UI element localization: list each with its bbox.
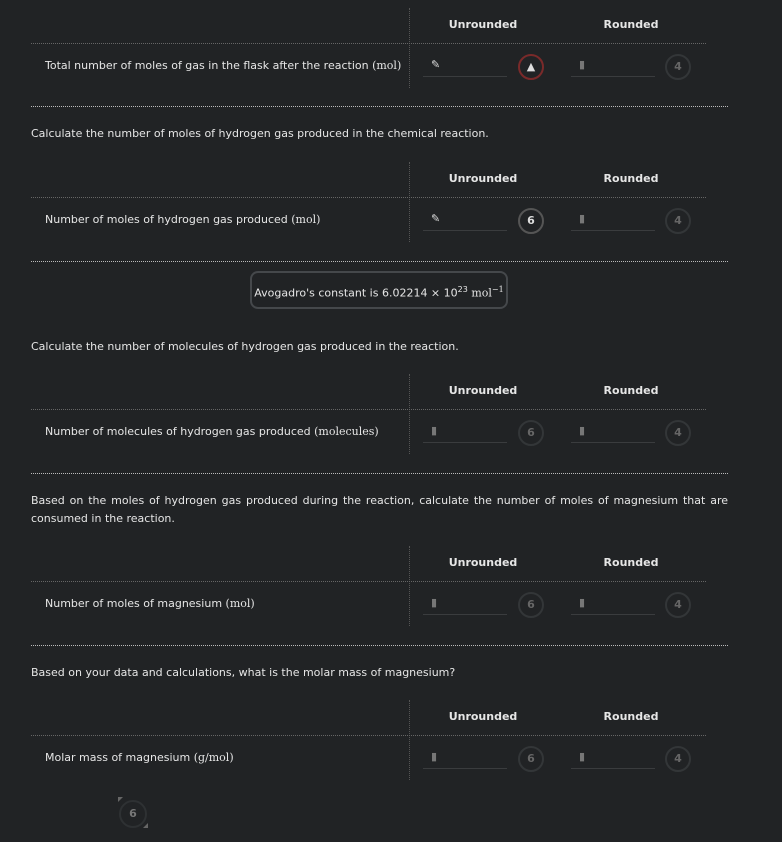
row-label: Number of moles of hydrogen gas produced… [45,213,320,226]
question-text: Based on your data and calculations, wha… [31,666,456,679]
rounded-sig-fig-badge[interactable]: 4 [665,54,691,80]
label-text: Number of molecules of hydrogen gas prod… [45,425,315,438]
question-text: Calculate the number of molecules of hyd… [31,340,459,353]
corner-mark [143,823,148,828]
unit: (g/mol) [193,751,234,764]
header-unrounded: Unrounded [448,384,518,397]
lock-icon: ▮ [579,596,586,609]
unit: (mol) [372,59,402,72]
answer-table: Unrounded Rounded Molar mass of magnesiu… [31,700,706,780]
unit: (molecules) [314,425,379,438]
column-divider [409,700,410,780]
answer-table: Unrounded Rounded Number of moles of mag… [31,546,706,626]
header-rounded: Rounded [603,556,659,569]
header-divider [31,409,706,410]
sig-fig-value: 6 [129,807,137,820]
note-unit-exponent: −1 [491,285,504,294]
rounded-input[interactable]: ▮ [571,206,655,231]
unrounded-input[interactable]: ✎ [423,52,507,77]
unrounded-input[interactable]: ▮ [423,418,507,443]
note-text: Avogadro's constant is 6.02214 × 10 [254,286,458,300]
header-divider [31,43,706,44]
avogadro-note: Avogadro's constant is 6.02214 × 1023 mo… [250,271,508,309]
rounded-sig-fig-badge[interactable]: 4 [665,420,691,446]
column-divider [409,8,410,88]
rounded-input[interactable]: ▮ [571,744,655,769]
sig-fig-value: 4 [674,214,682,227]
lock-icon: ▮ [579,424,586,437]
rounded-sig-fig-badge[interactable]: 4 [665,592,691,618]
row-label: Total number of moles of gas in the flas… [45,59,401,72]
sig-fig-value: 4 [674,598,682,611]
note-exponent: 23 [457,285,468,294]
unrounded-sig-fig-badge[interactable]: 6 [518,592,544,618]
section-divider [31,261,728,262]
lock-icon: ▮ [431,750,438,763]
unrounded-sig-fig-badge[interactable]: ▲ [518,54,544,80]
answer-table: Unrounded Rounded Total number of moles … [31,8,706,88]
rounded-input[interactable]: ▮ [571,418,655,443]
lock-icon: ▮ [579,58,586,71]
row-label: Molar mass of magnesium (g/mol) [45,751,234,764]
lock-icon: ▮ [431,424,438,437]
unrounded-input[interactable]: ✎ [423,206,507,231]
label-text: Number of moles of hydrogen gas produced [45,213,292,226]
rounded-input[interactable]: ▮ [571,52,655,77]
unrounded-input[interactable]: ▮ [423,590,507,615]
section-divider [31,645,728,646]
section-divider [31,106,728,107]
label-text: Number of moles of magnesium [45,597,226,610]
unrounded-input[interactable]: ▮ [423,744,507,769]
header-rounded: Rounded [603,172,659,185]
header-divider [31,197,706,198]
header-rounded: Rounded [603,18,659,31]
lock-icon: ▮ [431,596,438,609]
lock-icon: ▮ [579,212,586,225]
column-divider [409,374,410,454]
row-label: Number of moles of magnesium (mol) [45,597,255,610]
unrounded-sig-fig-badge[interactable]: 6 [518,420,544,446]
answer-table: Unrounded Rounded Number of molecules of… [31,374,706,454]
sig-fig-value: 6 [527,752,535,765]
question-text: Calculate the number of moles of hydroge… [31,127,489,140]
label-text: Molar mass of magnesium [45,751,194,764]
answer-table: Unrounded Rounded Number of moles of hyd… [31,162,706,242]
header-divider [31,735,706,736]
lock-icon: ▮ [579,750,586,763]
header-divider [31,581,706,582]
header-rounded: Rounded [603,384,659,397]
sig-fig-value: 4 [674,60,682,73]
sig-fig-value: 6 [527,598,535,611]
note-unit: mol [467,286,492,300]
question-text: Based on the moles of hydrogen gas produ… [31,494,728,525]
rounded-sig-fig-badge[interactable]: 4 [665,208,691,234]
unrounded-sig-fig-badge[interactable]: 6 [518,208,544,234]
sig-fig-value: 6 [527,426,535,439]
rounded-sig-fig-badge[interactable]: 4 [665,746,691,772]
header-unrounded: Unrounded [448,18,518,31]
unit: (mol) [291,213,321,226]
header-unrounded: Unrounded [448,710,518,723]
section-divider [31,473,728,474]
rounded-input[interactable]: ▮ [571,590,655,615]
corner-mark [118,797,123,802]
pencil-icon: ✎ [431,212,441,225]
unit: (mol) [225,597,255,610]
sig-fig-value: 4 [674,426,682,439]
row-label: Number of molecules of hydrogen gas prod… [45,425,379,438]
pencil-icon: ✎ [431,58,441,71]
header-rounded: Rounded [603,710,659,723]
sig-fig-value: 4 [674,752,682,765]
unrounded-sig-fig-badge[interactable]: 6 [518,746,544,772]
header-unrounded: Unrounded [448,172,518,185]
column-divider [409,162,410,242]
column-divider [409,546,410,626]
label-text: Total number of moles of gas in the flas… [45,59,373,72]
header-unrounded: Unrounded [448,556,518,569]
sig-fig-value: 6 [527,214,535,227]
warning-icon: ▲ [526,60,536,73]
